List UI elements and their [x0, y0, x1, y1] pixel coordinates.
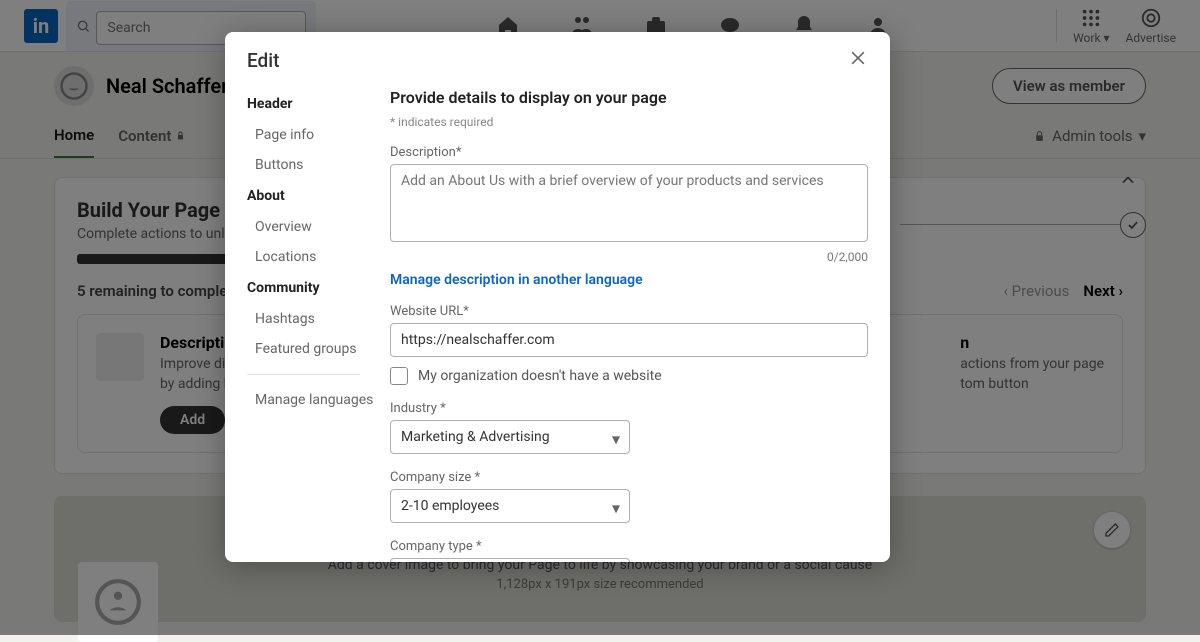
edit-modal: Edit Header Page info Buttons About Over… — [225, 32, 890, 562]
website-input[interactable] — [390, 323, 868, 357]
no-website-checkbox[interactable] — [390, 367, 408, 385]
company-size-select[interactable]: 2-10 employees — [390, 489, 630, 523]
nav-item-featured-groups[interactable]: Featured groups — [247, 334, 380, 364]
close-button[interactable] — [848, 48, 868, 72]
nav-item-overview[interactable]: Overview — [247, 212, 380, 242]
industry-label: Industry * — [390, 401, 868, 416]
nav-item-manage-languages[interactable]: Manage languages — [247, 385, 380, 415]
description-label: Description* — [390, 145, 868, 160]
nav-item-page-info[interactable]: Page info — [247, 120, 380, 150]
description-textarea[interactable] — [390, 164, 868, 242]
form-heading: Provide details to display on your page — [390, 88, 868, 107]
nav-section-community[interactable]: Community — [247, 280, 380, 296]
company-type-label: Company type * — [390, 539, 868, 554]
company-size-label: Company size * — [390, 470, 868, 485]
nav-item-locations[interactable]: Locations — [247, 242, 380, 272]
manage-language-link[interactable]: Manage description in another language — [390, 272, 643, 288]
nav-item-buttons[interactable]: Buttons — [247, 150, 380, 180]
close-icon — [848, 48, 868, 68]
modal-form: Provide details to display on your page … — [380, 82, 890, 562]
char-count: 0/2,000 — [390, 250, 868, 264]
company-type-select[interactable]: Privately Held — [390, 558, 630, 562]
website-label: Website URL* — [390, 304, 868, 319]
required-note: * indicates required — [390, 115, 868, 129]
no-website-label: My organization doesn't have a website — [418, 368, 662, 384]
modal-title: Edit — [247, 49, 279, 72]
nav-item-hashtags[interactable]: Hashtags — [247, 304, 380, 334]
nav-section-header[interactable]: Header — [247, 96, 380, 112]
modal-side-nav: Header Page info Buttons About Overview … — [225, 82, 380, 562]
nav-section-about[interactable]: About — [247, 188, 380, 204]
industry-select[interactable]: Marketing & Advertising — [390, 420, 630, 454]
